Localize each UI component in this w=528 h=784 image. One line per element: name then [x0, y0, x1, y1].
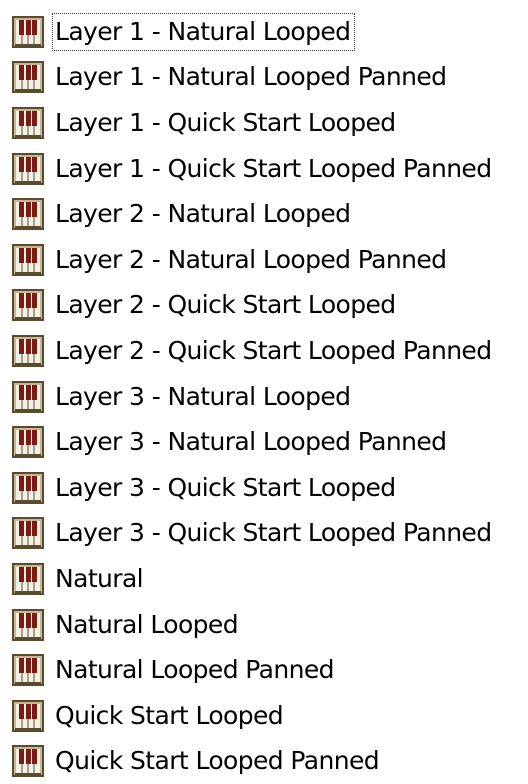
- list-item-label: Layer 2 - Natural Looped Panned: [52, 241, 451, 279]
- list-item-label: Natural Looped: [52, 606, 243, 644]
- instrument-file-icon: [11, 152, 45, 186]
- list-item-label: Layer 1 - Quick Start Looped Panned: [52, 150, 496, 188]
- list-item-label: Layer 2 - Natural Looped: [52, 195, 355, 233]
- instrument-file-icon: [11, 15, 45, 49]
- instrument-file-icon: [11, 562, 45, 596]
- instrument-file-icon: [11, 197, 45, 231]
- instrument-file-icon: [11, 744, 45, 778]
- list-item-label: Natural: [52, 560, 148, 598]
- list-item-label: Layer 3 - Natural Looped: [52, 378, 355, 416]
- list-item[interactable]: Layer 3 - Natural Looped Panned: [0, 419, 528, 465]
- list-item[interactable]: Natural Looped: [0, 602, 528, 648]
- list-item[interactable]: Layer 2 - Natural Looped Panned: [0, 237, 528, 283]
- instrument-file-icon: [11, 653, 45, 687]
- instrument-file-icon: [11, 243, 45, 277]
- instrument-file-icon: [11, 334, 45, 368]
- list-item[interactable]: Natural Looped Panned: [0, 647, 528, 693]
- instrument-file-icon: [11, 608, 45, 642]
- list-item[interactable]: Layer 2 - Quick Start Looped: [0, 283, 528, 329]
- list-item-label: Natural Looped Panned: [52, 651, 339, 689]
- instrument-file-icon: [11, 425, 45, 459]
- list-item[interactable]: Layer 1 - Natural Looped Panned: [0, 55, 528, 101]
- list-item[interactable]: Layer 2 - Quick Start Looped Panned: [0, 328, 528, 374]
- list-item[interactable]: Layer 2 - Natural Looped: [0, 191, 528, 237]
- instrument-file-icon: [11, 288, 45, 322]
- list-item-label: Layer 3 - Natural Looped Panned: [52, 423, 451, 461]
- list-item-label: Layer 2 - Quick Start Looped: [52, 286, 401, 324]
- list-item[interactable]: Layer 3 - Natural Looped: [0, 374, 528, 420]
- instrument-file-icon: [11, 699, 45, 733]
- instrument-file-icon: [11, 60, 45, 94]
- instrument-file-icon: [11, 106, 45, 140]
- list-item[interactable]: Layer 1 - Natural Looped: [0, 9, 528, 55]
- list-item-label: Layer 1 - Natural Looped: [52, 13, 355, 51]
- list-item[interactable]: Quick Start Looped Panned: [0, 739, 528, 784]
- list-item-label: Layer 1 - Natural Looped Panned: [52, 58, 451, 96]
- list-item[interactable]: Layer 3 - Quick Start Looped: [0, 465, 528, 511]
- list-item[interactable]: Layer 1 - Quick Start Looped: [0, 100, 528, 146]
- instrument-file-icon: [11, 380, 45, 414]
- list-item-label: Layer 2 - Quick Start Looped Panned: [52, 332, 496, 370]
- instrument-file-icon: [11, 516, 45, 550]
- list-item[interactable]: Layer 3 - Quick Start Looped Panned: [0, 511, 528, 557]
- list-item-label: Layer 1 - Quick Start Looped: [52, 104, 401, 142]
- instrument-file-icon: [11, 471, 45, 505]
- list-item-label: Quick Start Looped: [52, 697, 288, 735]
- list-item[interactable]: Natural: [0, 556, 528, 602]
- list-item[interactable]: Layer 1 - Quick Start Looped Panned: [0, 146, 528, 192]
- file-list: Layer 1 - Natural Looped Layer 1 - Natur…: [0, 9, 528, 784]
- list-item[interactable]: Quick Start Looped: [0, 693, 528, 739]
- list-item-label: Layer 3 - Quick Start Looped: [52, 469, 401, 507]
- list-item-label: Layer 3 - Quick Start Looped Panned: [52, 514, 496, 552]
